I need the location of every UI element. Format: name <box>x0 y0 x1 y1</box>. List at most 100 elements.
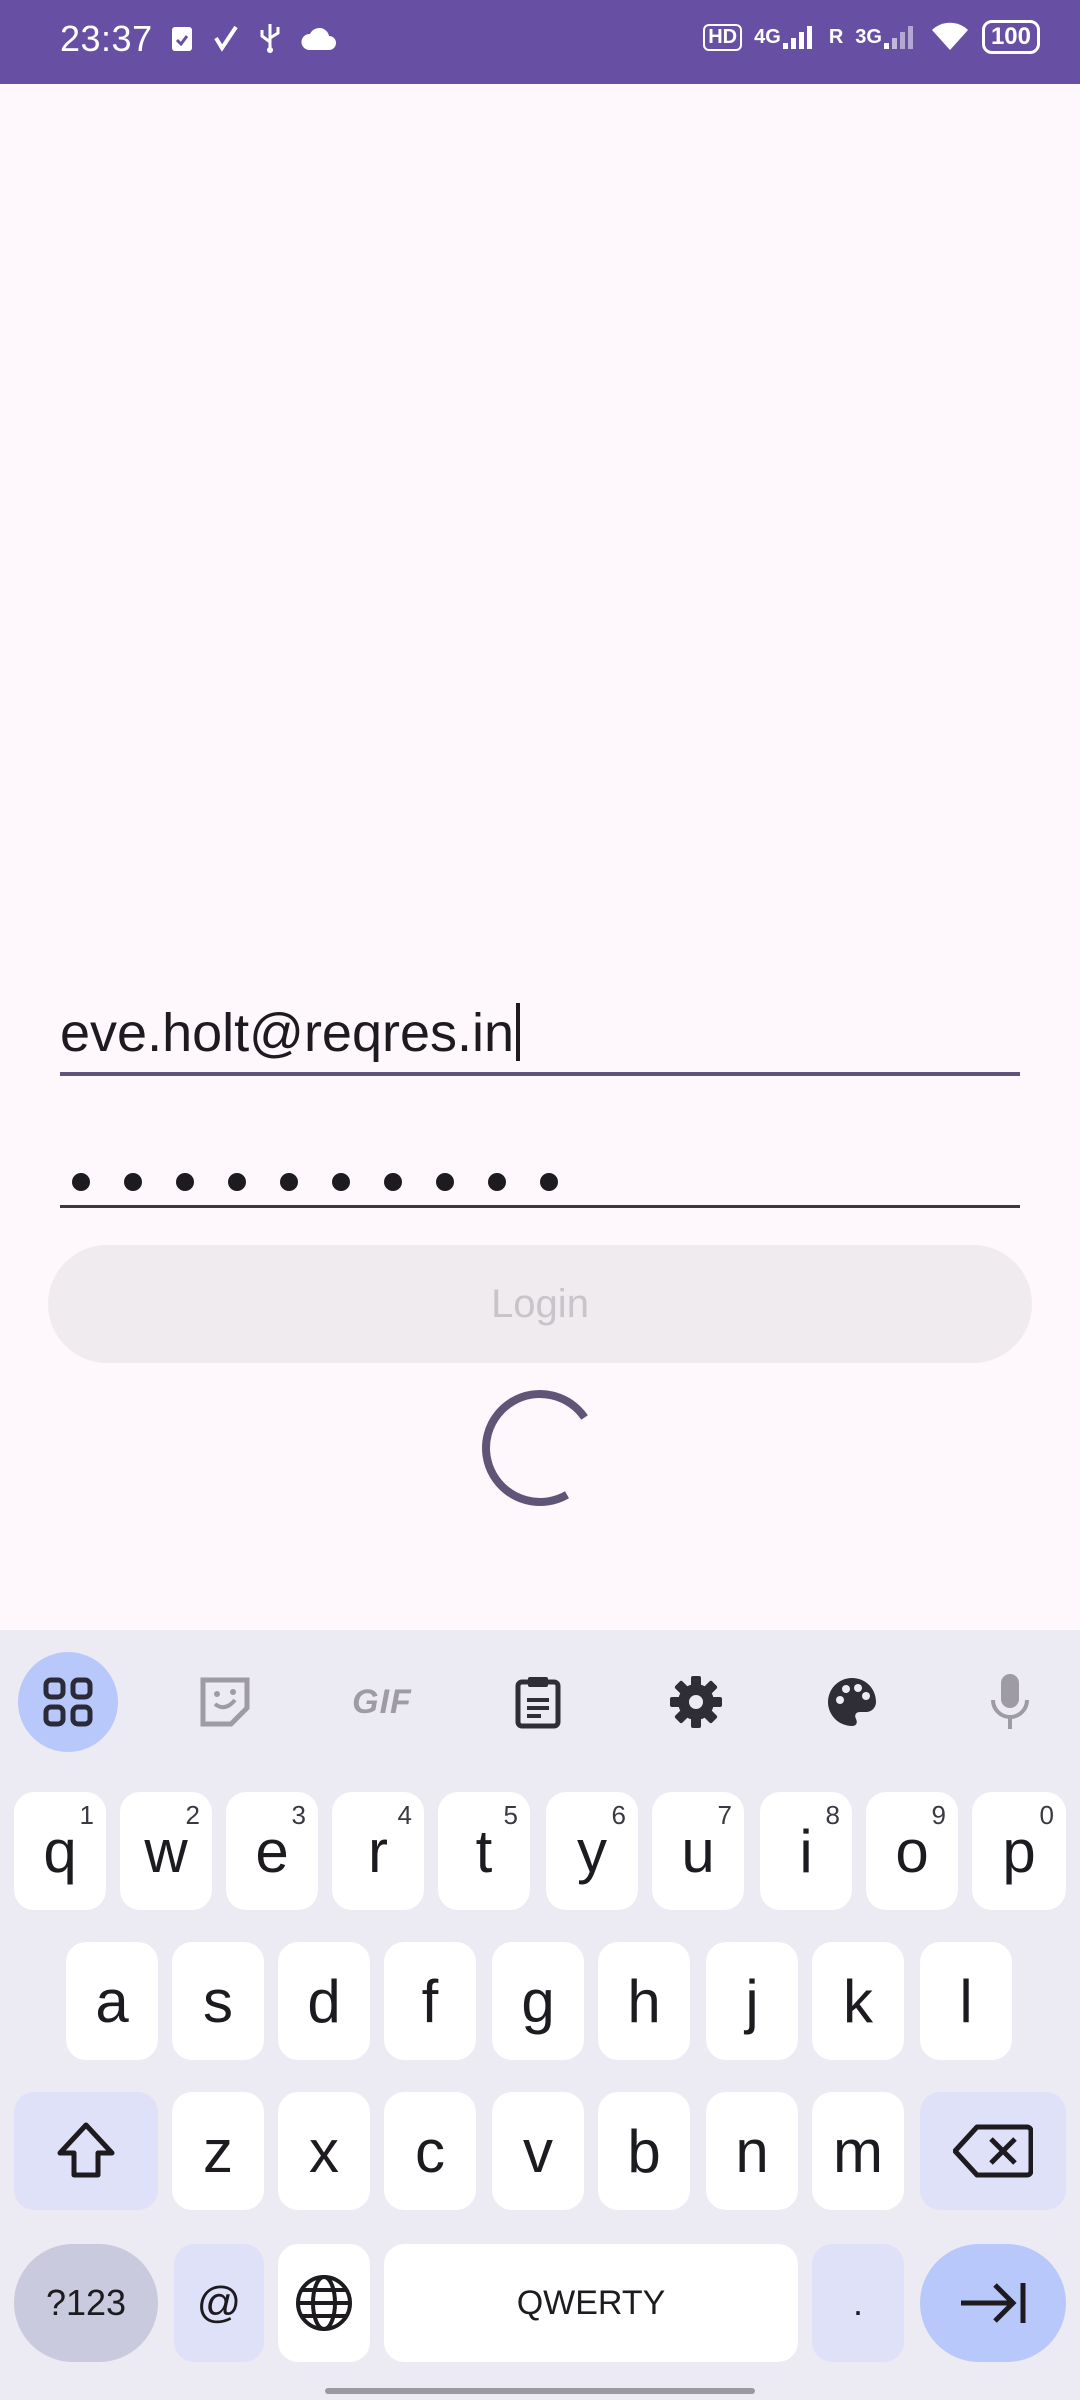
key-v[interactable]: v <box>492 2092 584 2210</box>
key-label: w <box>144 1817 188 1885</box>
key-label: d <box>307 1967 341 2035</box>
key-label: y <box>577 1817 607 1885</box>
microphone-icon[interactable] <box>960 1652 1060 1752</box>
password-dot <box>540 1173 558 1191</box>
key-label: v <box>523 2117 553 2185</box>
password-dot <box>124 1173 142 1191</box>
key-c[interactable]: c <box>384 2092 476 2210</box>
key-label: q <box>43 1817 77 1885</box>
key-label: r <box>368 1817 388 1885</box>
tab-next-icon <box>961 2283 1026 2323</box>
key-q[interactable]: q1 <box>14 1792 106 1910</box>
login-button[interactable]: Login <box>48 1245 1032 1363</box>
key-label: f <box>421 1967 439 2035</box>
key-label: z <box>203 2117 233 2185</box>
settings-icon[interactable] <box>646 1652 746 1752</box>
key-u[interactable]: u7 <box>652 1792 744 1910</box>
key-l[interactable]: l <box>920 1942 1012 2060</box>
key-x[interactable]: x <box>278 2092 370 2210</box>
backspace-key[interactable] <box>920 2092 1066 2210</box>
at-key[interactable]: @ <box>174 2244 264 2362</box>
roaming-label: R <box>828 25 844 48</box>
key-h[interactable]: h <box>598 1942 690 2060</box>
key-p[interactable]: p0 <box>972 1792 1066 1910</box>
key-label: j <box>745 1967 759 2035</box>
usb-icon <box>258 22 282 54</box>
system-icons: HD 4G R 3G 100 <box>703 20 1040 54</box>
gif-icon[interactable]: GIF <box>332 1652 432 1752</box>
key-hint: 1 <box>79 1800 94 1830</box>
status-bar: 23:37 HD 4G R 3G 100 <box>0 0 1080 84</box>
battery-indicator: 100 <box>981 20 1040 54</box>
email-field[interactable]: eve.holt@reqres.in <box>60 990 1020 1076</box>
key-hint: 8 <box>825 1800 840 1830</box>
key-o[interactable]: o9 <box>866 1792 958 1910</box>
next-key[interactable] <box>920 2244 1066 2362</box>
key-hint: 3 <box>291 1800 306 1830</box>
password-dot <box>488 1173 506 1191</box>
shift-key[interactable] <box>14 2092 158 2210</box>
clipboard-icon[interactable] <box>488 1652 588 1752</box>
email-text: eve.holt@reqres.in <box>60 1003 515 1063</box>
key-r[interactable]: r4 <box>332 1792 424 1910</box>
key-hint: 0 <box>1039 1800 1054 1830</box>
apps-grid-icon[interactable] <box>18 1652 118 1752</box>
loading-spinner <box>482 1390 598 1506</box>
key-b[interactable]: b <box>598 2092 690 2210</box>
backspace-icon <box>953 2124 1033 2178</box>
password-dot <box>176 1173 194 1191</box>
signal-icon-sim2: 3G <box>855 23 918 51</box>
wifi-icon <box>930 22 970 52</box>
sticker-icon[interactable] <box>175 1652 275 1752</box>
key-y[interactable]: y6 <box>546 1792 638 1910</box>
key-w[interactable]: w2 <box>120 1792 212 1910</box>
key-label: x <box>309 2117 339 2185</box>
password-field[interactable] <box>60 1126 1020 1208</box>
network-type-label-sim1: 4G <box>754 25 781 48</box>
key-label: QWERTY <box>516 2283 666 2322</box>
key-hint: 4 <box>397 1800 412 1830</box>
notification-icons <box>170 22 336 54</box>
globe-icon <box>296 2275 352 2331</box>
clipboard-check-icon <box>170 23 194 53</box>
key-g[interactable]: g <box>492 1942 584 2060</box>
key-d[interactable]: d <box>278 1942 370 2060</box>
key-s[interactable]: s <box>172 1942 264 2060</box>
key-t[interactable]: t5 <box>438 1792 530 1910</box>
password-dot <box>436 1173 454 1191</box>
key-label: n <box>735 2117 769 2185</box>
password-dot <box>384 1173 402 1191</box>
password-dot <box>332 1173 350 1191</box>
shift-icon <box>57 2122 115 2178</box>
key-k[interactable]: k <box>812 1942 904 2060</box>
palette-icon[interactable] <box>802 1652 902 1752</box>
space-key[interactable]: QWERTY <box>384 2244 798 2362</box>
key-hint: 2 <box>185 1800 200 1830</box>
period-key[interactable]: . <box>812 2244 904 2362</box>
key-i[interactable]: i8 <box>760 1792 852 1910</box>
key-label: s <box>203 1967 233 2035</box>
password-dot <box>280 1173 298 1191</box>
key-label: k <box>843 1967 873 2035</box>
symbols-key[interactable]: ?123 <box>14 2244 158 2362</box>
key-label: t <box>475 1817 493 1885</box>
key-n[interactable]: n <box>706 2092 798 2210</box>
key-label: i <box>799 1817 813 1885</box>
key-a[interactable]: a <box>66 1942 158 2060</box>
key-m[interactable]: m <box>812 2092 904 2210</box>
key-e[interactable]: e3 <box>226 1792 318 1910</box>
key-hint: 6 <box>611 1800 626 1830</box>
key-hint: 5 <box>503 1800 518 1830</box>
key-f[interactable]: f <box>384 1942 476 2060</box>
key-j[interactable]: j <box>706 1942 798 2060</box>
key-label: m <box>833 2117 883 2185</box>
gesture-nav-bar[interactable] <box>325 2388 755 2394</box>
key-hint: 7 <box>717 1800 732 1830</box>
email-field-value: eve.holt@reqres.in <box>60 1002 521 1064</box>
status-time: 23:37 <box>60 18 153 59</box>
language-key[interactable] <box>278 2244 370 2362</box>
network-type-label-sim2: 3G <box>855 25 882 48</box>
key-label: e <box>255 1817 289 1885</box>
check-mark-icon <box>212 24 240 52</box>
key-z[interactable]: z <box>172 2092 264 2210</box>
